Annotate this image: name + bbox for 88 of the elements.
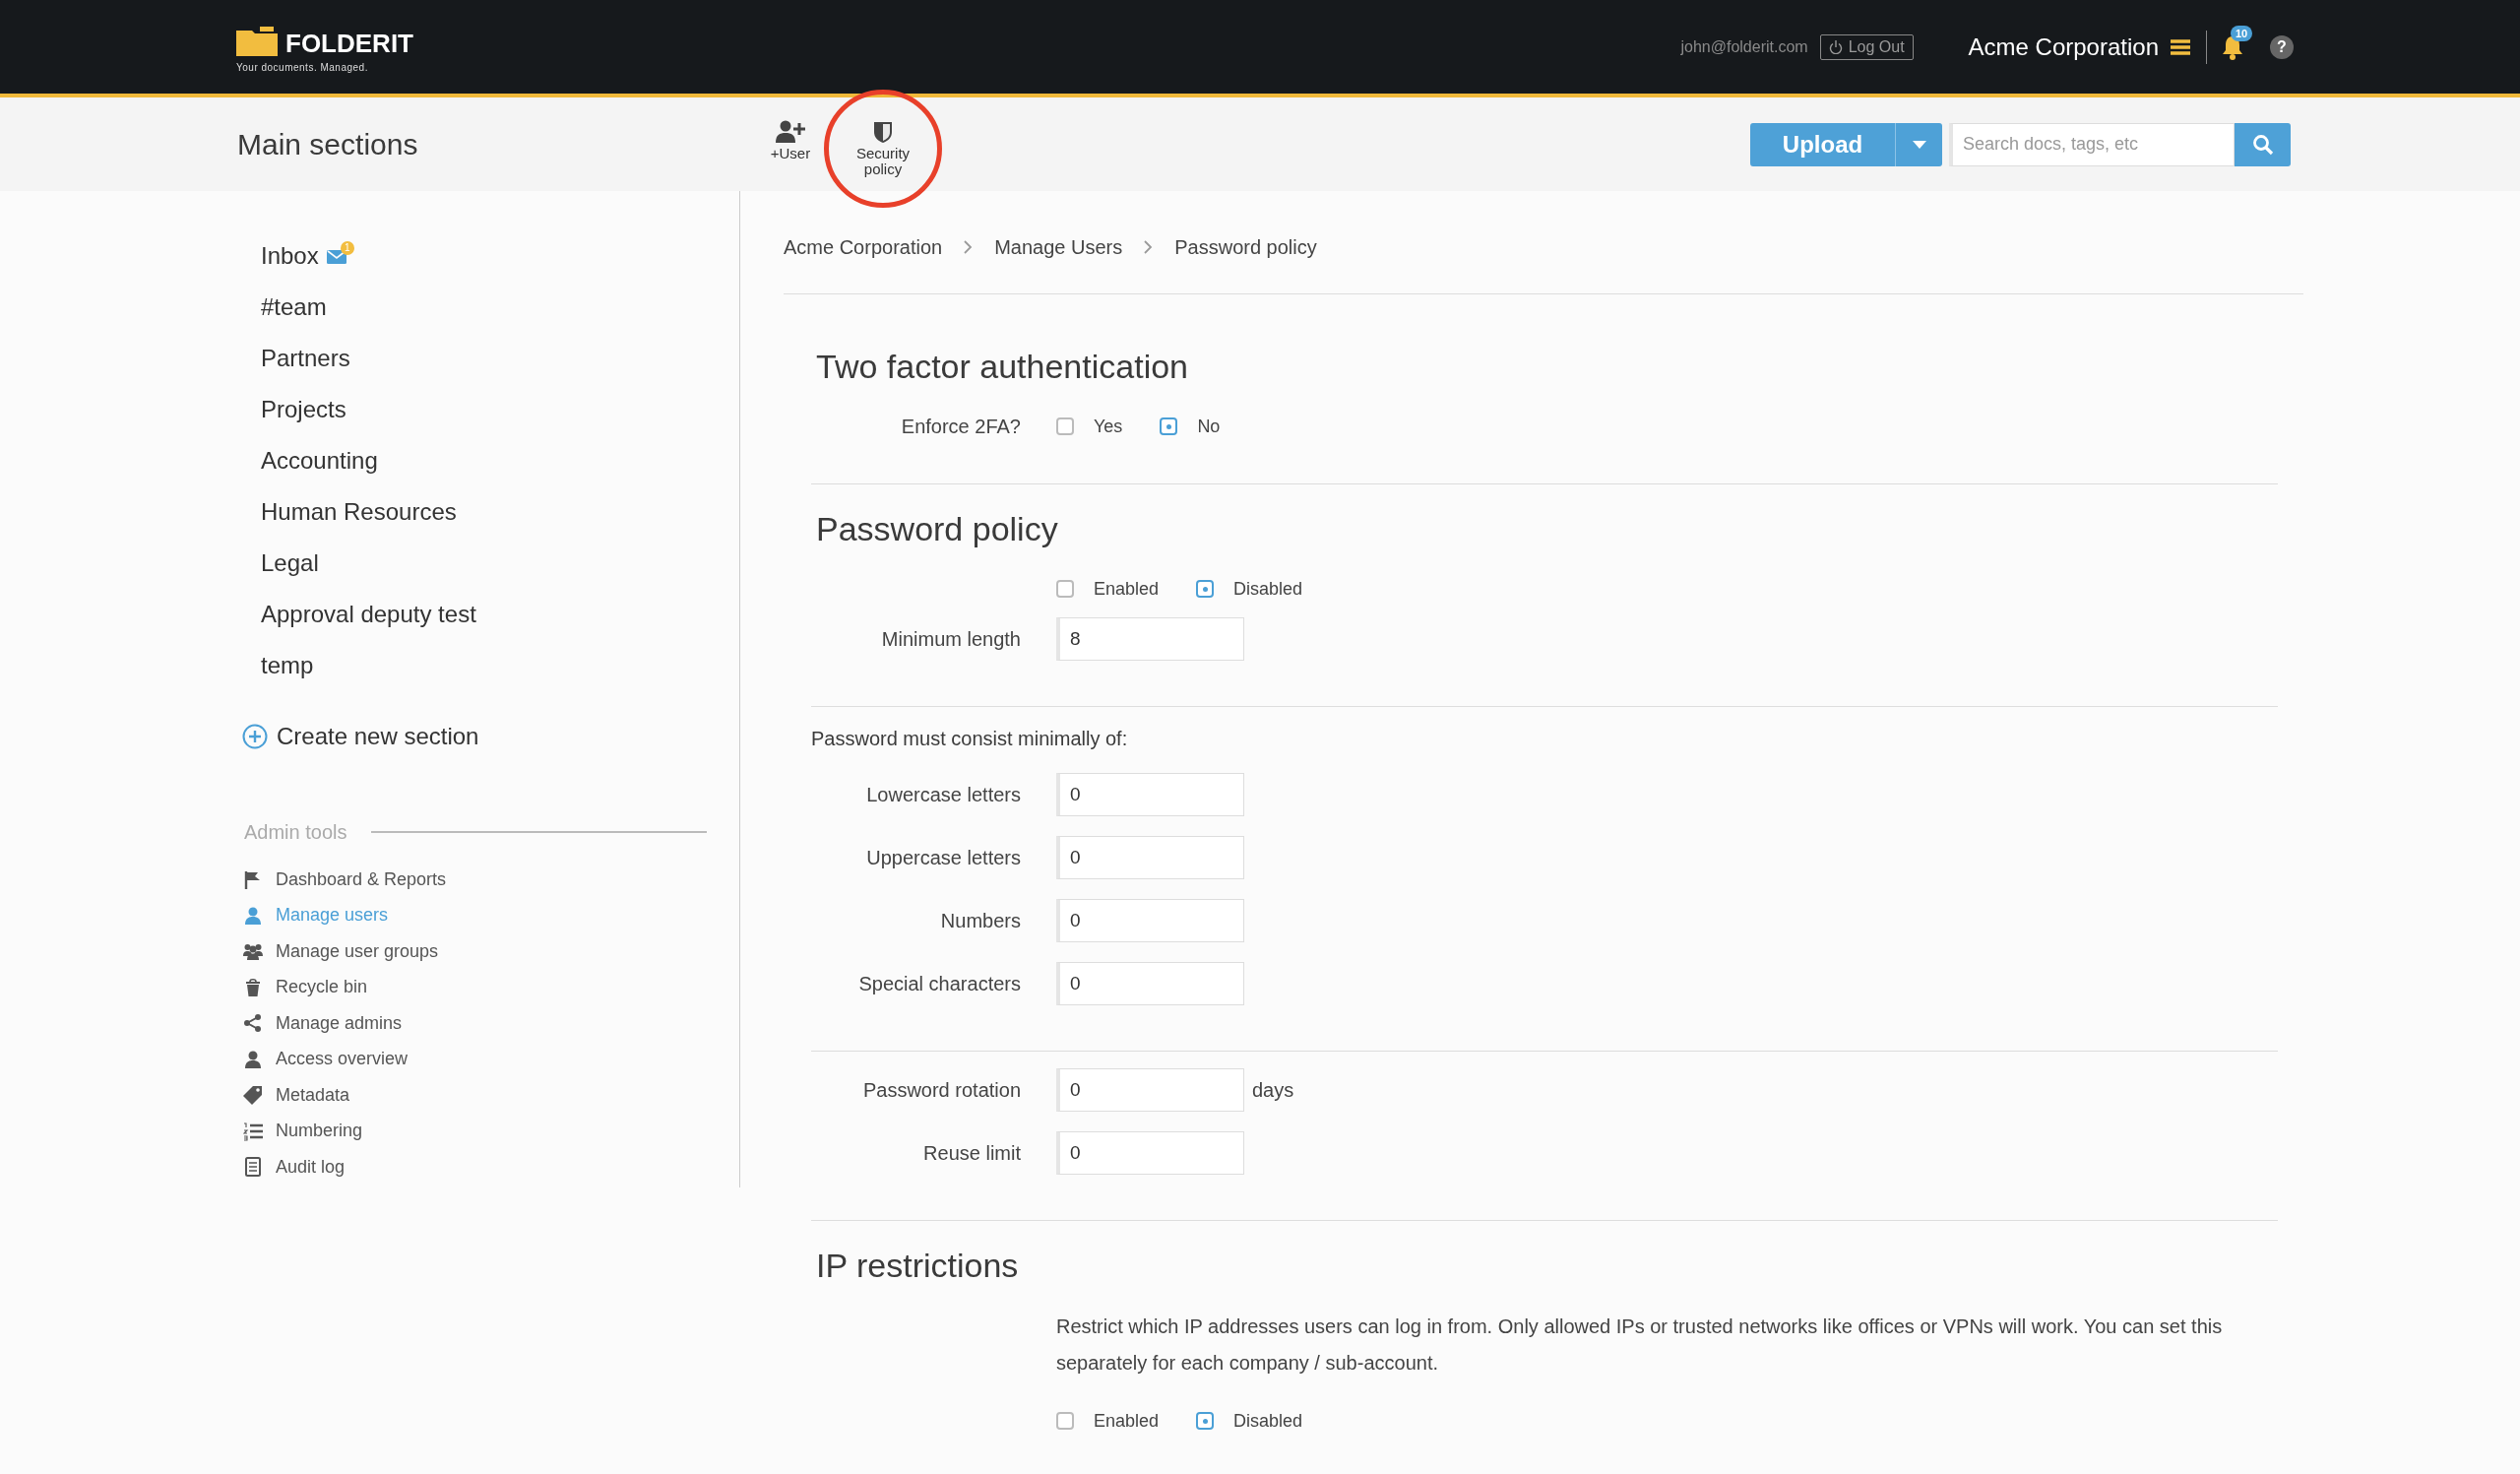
add-user-icon <box>776 119 805 144</box>
admin-menu-item[interactable]: Manage admins <box>237 1005 403 1042</box>
admin-menu-item[interactable]: Recycle bin <box>237 969 368 1005</box>
sidebar-item[interactable]: Approval deputy test <box>261 601 476 628</box>
admin-menu-item[interactable]: Metadata <box>237 1077 350 1114</box>
admin-menu-item[interactable]: Access overview <box>237 1041 409 1077</box>
description-text: Restrict which IP addresses users can log in from. Only allowed IPs or trusted networks like offices or VPNs will work. You can set this separately for each company / sub-account. <box>1056 1314 2224 1376</box>
number-field[interactable]: 0 <box>1056 773 1244 816</box>
menu-icon <box>2171 38 2190 55</box>
number-field[interactable]: 0 <box>1056 836 1244 879</box>
toolbar-button[interactable]: Security policy <box>851 119 914 177</box>
radio-button[interactable] <box>1196 580 1215 598</box>
create-section-link[interactable]: Create new section <box>237 711 479 762</box>
document-icon <box>243 1157 263 1178</box>
logout-button[interactable]: Log Out <box>1819 33 1914 60</box>
chevron-icon <box>1144 240 1154 254</box>
search-field[interactable]: Search docs, tags, etc <box>1949 122 2235 166</box>
page-title: Main sections <box>237 127 419 161</box>
unit-label: days <box>1252 1078 1294 1102</box>
breadcrumb-link[interactable]: Password policy <box>1174 235 1317 259</box>
company-name[interactable]: Acme Corporation <box>1968 32 2159 61</box>
radio-option[interactable]: No <box>1160 416 1221 437</box>
trash-icon <box>243 977 263 997</box>
field-label: Reuse limit <box>923 1141 1021 1164</box>
admin-menu-item[interactable]: Numbering <box>237 1113 363 1149</box>
users-icon <box>243 941 263 962</box>
radio-button[interactable] <box>1056 1412 1074 1430</box>
envelope-icon <box>326 250 346 264</box>
radio-option[interactable]: Enabled <box>1056 1410 1160 1432</box>
logo-text: FOLDERIT <box>285 31 413 56</box>
user-icon <box>243 1049 263 1069</box>
shield-icon <box>873 119 893 144</box>
section-title: Password policy <box>815 509 1059 549</box>
search-icon <box>2251 133 2274 156</box>
share-icon <box>243 1013 263 1034</box>
field-label: Numbers <box>940 909 1021 931</box>
number-field[interactable]: 0 <box>1056 962 1244 1005</box>
radio-button[interactable] <box>1160 417 1178 435</box>
field-label: Lowercase letters <box>866 783 1021 805</box>
user-email: john@folderit.com <box>1680 37 1808 56</box>
radio-option[interactable]: Enabled <box>1056 578 1160 600</box>
radio-button[interactable] <box>1056 580 1074 598</box>
numbered-list-icon <box>243 1121 263 1141</box>
section-title: IP restrictions <box>815 1246 1020 1286</box>
add-circle-icon <box>242 724 268 749</box>
section-title: Two factor authentication <box>815 347 1189 387</box>
breadcrumb-link[interactable]: Manage Users <box>994 235 1123 259</box>
sidebar-item[interactable]: temp <box>261 652 314 679</box>
dropdown-button[interactable] <box>1895 122 1942 166</box>
number-field[interactable]: 0 <box>1056 1131 1244 1175</box>
admin-menu-item[interactable]: Manage user groups <box>237 933 439 970</box>
field-label: Special characters <box>858 972 1021 994</box>
field-label: Minimum length <box>881 627 1021 650</box>
caret-icon <box>1912 140 1926 149</box>
radio-option[interactable]: Disabled <box>1196 578 1303 600</box>
sidebar-item[interactable]: Projects <box>261 396 346 423</box>
radio-button[interactable] <box>1196 1412 1215 1430</box>
field-label: Enforce 2FA? <box>901 415 1021 437</box>
toolbar-button[interactable]: +User <box>759 119 822 161</box>
field-label: Uppercase letters <box>866 846 1021 868</box>
section-heading: Admin tools <box>244 820 347 844</box>
sidebar-item[interactable]: #team <box>261 293 327 321</box>
admin-menu-item[interactable]: Audit log <box>237 1149 346 1186</box>
radio-option[interactable]: Disabled <box>1196 1410 1303 1432</box>
sidebar-item[interactable]: Human Resources <box>261 498 457 526</box>
radio-option[interactable]: Yes <box>1056 416 1123 437</box>
field-label: Password rotation <box>862 1078 1021 1101</box>
instruction-text: Password must consist minimally of: <box>811 727 1129 751</box>
folder-icon <box>236 27 278 56</box>
logo-tagline: Your documents. Managed. <box>236 62 369 73</box>
help-button[interactable]: ? <box>2270 34 2294 59</box>
chevron-icon <box>964 240 974 254</box>
number-field[interactable]: 0 <box>1056 1068 1244 1112</box>
notification-badge: 10 <box>2231 25 2253 41</box>
tag-icon <box>243 1085 263 1106</box>
user-icon <box>243 905 263 926</box>
sidebar-item[interactable]: Accounting <box>261 447 378 475</box>
search-button[interactable] <box>2235 122 2291 166</box>
unread-badge: 1 <box>340 241 354 255</box>
radio-button[interactable] <box>1056 417 1074 435</box>
breadcrumb-link[interactable]: Acme Corporation <box>784 235 943 259</box>
admin-menu-item[interactable]: Dashboard & Reports <box>237 862 447 898</box>
sidebar-item[interactable]: Inbox <box>261 242 319 270</box>
number-field[interactable]: 8 <box>1056 617 1244 661</box>
sidebar-item[interactable]: Legal <box>261 549 319 577</box>
power-icon <box>1828 39 1843 54</box>
number-field[interactable]: 0 <box>1056 899 1244 942</box>
sidebar-item[interactable]: Partners <box>261 345 350 372</box>
